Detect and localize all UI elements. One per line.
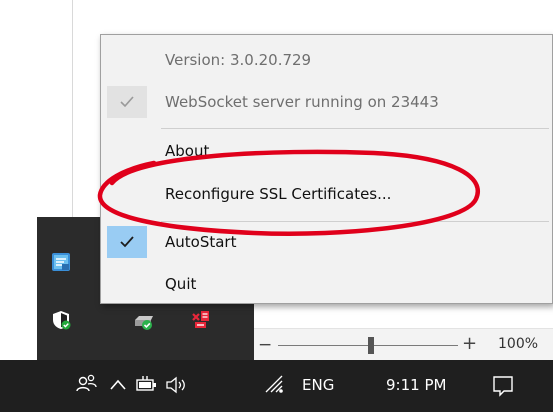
zoom-slider-thumb[interactable] <box>368 337 374 354</box>
websocket-app-icon[interactable] <box>50 251 72 273</box>
menu-item-label: Quit <box>165 275 197 293</box>
volume-icon[interactable] <box>164 374 190 400</box>
checkmark-box <box>107 86 147 118</box>
checkmark-box <box>107 226 147 258</box>
menu-item-label: Version: 3.0.20.729 <box>165 51 312 69</box>
zoom-in-button[interactable]: + <box>462 333 477 354</box>
zoom-out-button[interactable]: − <box>258 335 272 355</box>
drive-check-icon[interactable] <box>133 310 155 332</box>
checkmark-icon <box>120 96 134 108</box>
network-error-icon[interactable] <box>190 309 212 331</box>
menu-item-websocket-status: WebSocket server running on 23443 <box>101 85 552 119</box>
menu-separator <box>161 128 549 129</box>
people-icon[interactable] <box>74 372 100 402</box>
taskbar-clock[interactable]: 9:11 PM <box>386 376 446 394</box>
zoom-bar: − + 100% <box>240 328 553 360</box>
menu-item-label: AutoStart <box>165 233 237 251</box>
zoom-level-label[interactable]: 100% <box>498 336 538 352</box>
battery-icon[interactable] <box>135 374 159 400</box>
taskbar: ENG 9:11 PM <box>0 360 553 412</box>
wifi-icon[interactable] <box>263 374 287 400</box>
menu-item-label: WebSocket server running on 23443 <box>165 93 439 111</box>
menu-item-autostart[interactable]: AutoStart <box>101 225 552 259</box>
chevron-up-icon[interactable] <box>108 375 128 399</box>
menu-item-label: Reconfigure SSL Certificates... <box>165 185 392 203</box>
input-language-indicator[interactable]: ENG <box>302 376 334 394</box>
tray-context-menu: Version: 3.0.20.729 WebSocket server run… <box>100 34 553 304</box>
checkmark-icon <box>120 236 134 248</box>
menu-item-version: Version: 3.0.20.729 <box>101 43 552 77</box>
menu-separator <box>161 221 549 222</box>
windows-defender-icon[interactable] <box>50 309 72 331</box>
menu-item-quit[interactable]: Quit <box>101 267 552 301</box>
menu-item-about[interactable]: About <box>101 134 552 168</box>
menu-item-reconfigure-ssl[interactable]: Reconfigure SSL Certificates... <box>101 177 552 211</box>
action-center-icon[interactable] <box>490 373 516 403</box>
menu-item-label: About <box>165 142 210 160</box>
